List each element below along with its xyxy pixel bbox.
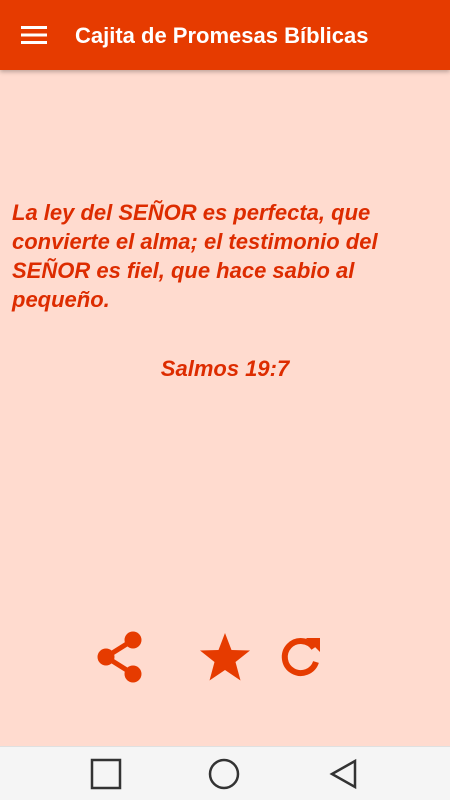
share-button[interactable]: [92, 628, 148, 686]
circle-icon: [208, 758, 240, 790]
star-icon: [200, 633, 250, 681]
hamburger-menu-icon: [21, 26, 47, 44]
app-bar: Cajita de Promesas Bíblicas: [0, 0, 450, 70]
verse-reference: Salmos 19:7: [160, 356, 290, 381]
system-nav-bar: [0, 746, 450, 800]
home-button[interactable]: [202, 754, 246, 794]
refresh-icon: [281, 638, 320, 677]
triangle-back-icon: [329, 758, 357, 790]
menu-button[interactable]: [10, 11, 58, 59]
refresh-button[interactable]: [272, 628, 328, 686]
square-icon: [90, 758, 122, 790]
favorite-button[interactable]: [197, 628, 253, 686]
back-button[interactable]: [322, 754, 366, 794]
verse-text: La ley del SEÑOR es perfecta, que convie…: [12, 200, 378, 312]
share-icon: [97, 631, 142, 683]
app-title: Cajita de Promesas Bíblicas: [75, 23, 369, 48]
recents-button[interactable]: [84, 754, 128, 794]
